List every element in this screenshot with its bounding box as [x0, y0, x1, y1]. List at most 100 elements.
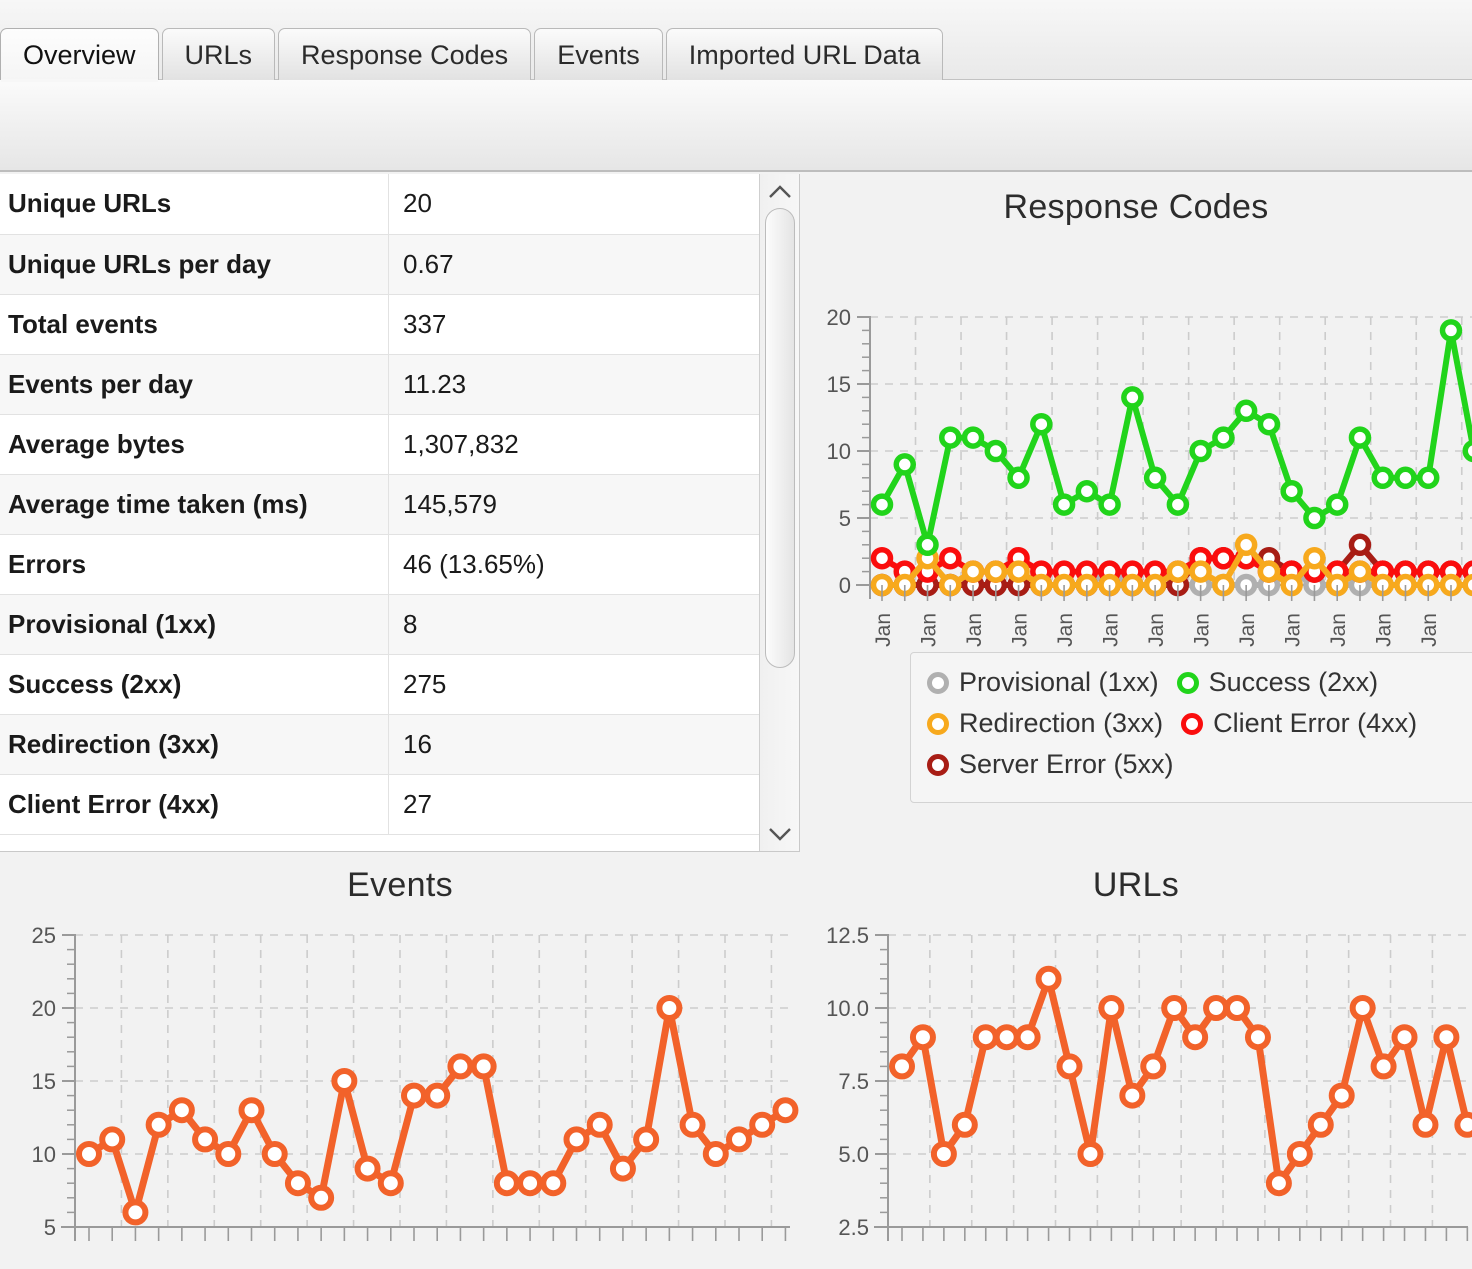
svg-text:15: 15 [827, 372, 851, 397]
row-key: Average bytes [0, 414, 389, 475]
table-row[interactable]: Average bytes 1,307,832 [0, 414, 781, 475]
tab-imported-url-data[interactable]: Imported URL Data [665, 28, 944, 80]
svg-text:11 Jan: 11 Jan [1100, 613, 1123, 647]
legend-marker-icon [927, 712, 949, 735]
legend-marker-icon [927, 671, 949, 694]
scroll-up-icon[interactable] [762, 174, 798, 210]
legend-label: Redirection (3xx) [959, 708, 1164, 738]
legend-row: Server Error (5xx) [927, 749, 1472, 790]
table-row[interactable]: Total events 337 [0, 294, 781, 355]
row-value: 11.23 [388, 354, 781, 415]
events-chart-panel: Events 5 10 15 20 25 [0, 852, 800, 1269]
urls-chart-panel: URLs 2.5 5.0 7.5 10.0 12.5 [800, 852, 1472, 1269]
table-row[interactable]: Average time taken (ms) 145,579 [0, 474, 781, 535]
tab-imported-url-data-label: Imported URL Data [688, 40, 921, 70]
urls-plot: 2.5 5.0 7.5 10.0 12.5 [800, 905, 1472, 1265]
svg-text:13 Jan: 13 Jan [1145, 613, 1168, 647]
tab-urls-label: URLs [184, 40, 253, 70]
tab-overview[interactable]: Overview [0, 28, 159, 82]
legend-item-client-error[interactable]: Client Error (4xx) [1181, 708, 1417, 739]
row-value: 275 [388, 654, 781, 715]
legend-label: Provisional (1xx) [959, 667, 1159, 697]
legend-item-provisional[interactable]: Provisional (1xx) [927, 667, 1159, 698]
table-row[interactable]: Provisional (1xx) 8 [0, 594, 781, 655]
row-key: Unique URLs per day [0, 234, 389, 295]
svg-text:23 Jan: 23 Jan [1373, 613, 1396, 647]
legend-marker-icon [1181, 712, 1204, 735]
scroll-down-icon[interactable] [762, 816, 798, 851]
table-row[interactable]: Redirection (3xx) 16 [0, 714, 781, 775]
row-key: Provisional (1xx) [0, 594, 389, 655]
tab-overview-label: Overview [23, 40, 136, 70]
tab-response-codes-label: Response Codes [301, 40, 509, 70]
row-key: Success (2xx) [0, 654, 389, 715]
row-value: 8 [388, 594, 781, 655]
svg-text:1 Jan: 1 Jan [872, 613, 895, 647]
svg-text:20: 20 [827, 305, 851, 330]
response-codes-plot: 0 5 10 15 20 1 Jan 3 Jan 5 Jan 7 Jan 9 Jan 11 Jan 1… [800, 227, 1472, 647]
svg-text:25 Jan: 25 Jan [1418, 613, 1441, 647]
tab-events[interactable]: Events [534, 28, 663, 80]
legend-item-server-error[interactable]: Server Error (5xx) [927, 749, 1174, 780]
table-row[interactable]: Unique URLs per day 0.67 [0, 234, 781, 295]
legend-label: Success (2xx) [1208, 667, 1379, 697]
table-row[interactable]: Errors 46 (13.65%) [0, 534, 781, 595]
legend-item-success[interactable]: Success (2xx) [1176, 667, 1379, 698]
svg-text:5: 5 [839, 506, 851, 531]
row-value: 27 [388, 774, 781, 835]
svg-text:5: 5 [44, 1215, 56, 1240]
svg-text:17 Jan: 17 Jan [1236, 613, 1259, 647]
row-value: 46 (13.65%) [388, 534, 781, 595]
row-key: Average time taken (ms) [0, 474, 389, 535]
tab-events-label: Events [557, 40, 640, 70]
row-key: Unique URLs [0, 174, 389, 235]
summary-table-panel: Unique URLs 20 Unique URLs per day 0.67 To… [0, 174, 800, 852]
svg-text:5.0: 5.0 [838, 1142, 869, 1167]
toolbar [0, 80, 1472, 172]
row-key: Client Error (4xx) [0, 774, 389, 835]
svg-text:10: 10 [32, 1142, 56, 1167]
table-row[interactable]: Client Error (4xx) 27 [0, 774, 781, 835]
response-codes-chart-panel: Response Codes 0 5 10 15 20 1 Jan 3 Jan 5 Jan 7 … [800, 174, 1472, 852]
svg-text:7 Jan: 7 Jan [1009, 613, 1032, 647]
legend-label: Client Error (4xx) [1213, 708, 1418, 738]
legend-row: Redirection (3xx) Client Error (4xx) [927, 708, 1472, 749]
summary-table: Unique URLs 20 Unique URLs per day 0.67 To… [0, 174, 781, 835]
tab-urls[interactable]: URLs [161, 28, 276, 80]
svg-text:9 Jan: 9 Jan [1054, 613, 1077, 647]
svg-text:7.5: 7.5 [838, 1069, 869, 1094]
events-plot: 5 10 15 20 25 [0, 905, 800, 1265]
tab-response-codes[interactable]: Response Codes [278, 28, 532, 80]
row-key: Total events [0, 294, 389, 355]
svg-text:2.5: 2.5 [838, 1215, 869, 1240]
table-row[interactable]: Unique URLs 20 [0, 174, 781, 235]
tab-bar: Overview URLs Response Codes Events Impo… [0, 0, 1472, 82]
row-value: 16 [388, 714, 781, 775]
svg-text:21 Jan: 21 Jan [1327, 613, 1350, 647]
row-value: 337 [388, 294, 781, 355]
table-row[interactable]: Success (2xx) 275 [0, 654, 781, 715]
svg-text:19 Jan: 19 Jan [1282, 613, 1305, 647]
svg-text:10: 10 [827, 439, 851, 464]
svg-text:20: 20 [32, 996, 56, 1021]
svg-text:0: 0 [839, 573, 851, 598]
svg-text:10.0: 10.0 [826, 996, 869, 1021]
scrollbar-thumb[interactable] [765, 208, 795, 668]
svg-text:12.5: 12.5 [826, 923, 869, 948]
response-codes-legend: Provisional (1xx) Success (2xx) Redirect… [910, 652, 1472, 803]
svg-text:25: 25 [32, 923, 56, 948]
legend-label: Server Error (5xx) [959, 749, 1174, 779]
tab-list: Overview URLs Response Codes Events Impo… [0, 28, 946, 82]
row-key: Redirection (3xx) [0, 714, 389, 775]
row-value: 20 [388, 174, 781, 235]
svg-text:5 Jan: 5 Jan [963, 613, 986, 647]
row-value: 145,579 [388, 474, 781, 535]
legend-item-redirection[interactable]: Redirection (3xx) [927, 708, 1163, 739]
events-chart-title: Events [347, 866, 453, 904]
table-row[interactable]: Events per day 11.23 [0, 354, 781, 415]
vertical-scrollbar[interactable] [759, 174, 799, 851]
row-key: Events per day [0, 354, 389, 415]
row-key: Errors [0, 534, 389, 595]
svg-text:15 Jan: 15 Jan [1191, 613, 1214, 647]
legend-marker-icon [927, 753, 949, 776]
